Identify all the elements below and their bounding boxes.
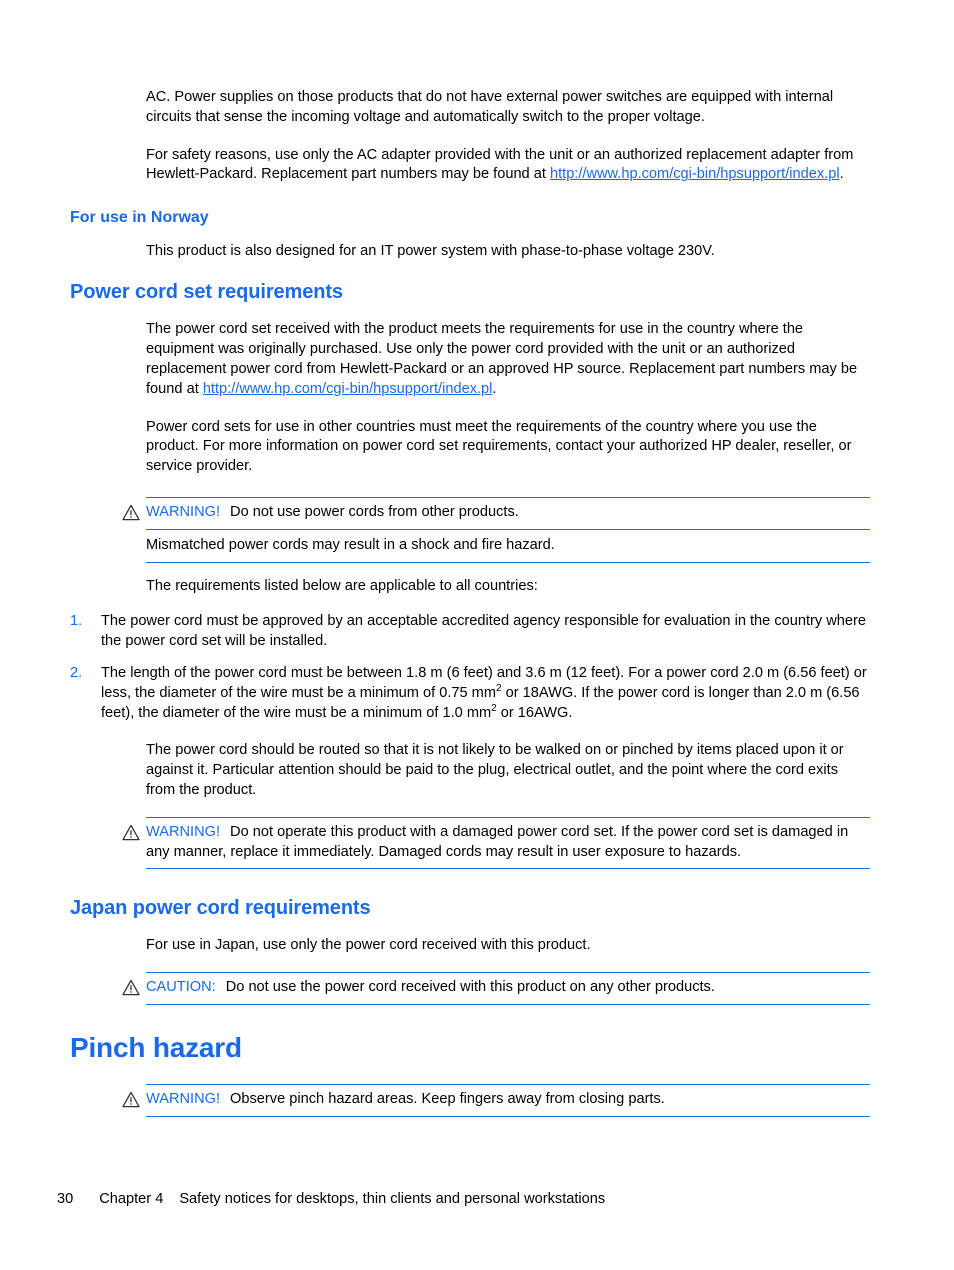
warning-text: Do not operate this product with a damag… — [146, 823, 849, 860]
intro-paragraph-2: For safety reasons, use only the AC adap… — [146, 146, 870, 186]
hp-support-link-2[interactable]: http://www.hp.com/cgi-bin/hpsupport/inde… — [203, 381, 493, 397]
caution-line: CAUTION: Do not use the power cord receiv… — [146, 978, 870, 998]
intro-paragraph-1: AC. Power supplies on those products tha… — [146, 89, 834, 125]
list-item: 1. The power cord must be approved by an… — [70, 612, 870, 652]
list-item-number: 2. — [70, 664, 83, 681]
warning-line: WARNING! Observe pinch hazard areas. Keep… — [146, 1090, 870, 1110]
document-page: AC. Power supplies on those products tha… — [0, 0, 954, 1270]
routing-paragraph-wrap: The power cord should be routed so that … — [146, 741, 870, 800]
requirements-intro: The requirements listed below are applic… — [146, 577, 538, 594]
warning-triangle-icon — [122, 824, 140, 841]
caution-block-japan: CAUTION: Do not use the power cord receiv… — [122, 972, 870, 1005]
caution-text: Do not use the power cord received with … — [225, 979, 715, 996]
heading-power-cord-set-requirements: Power cord set requirements — [70, 281, 343, 304]
footer-chapter: Chapter 4 — [99, 1191, 164, 1207]
intro-section: AC. Power supplies on those products tha… — [146, 88, 870, 185]
caution-triangle-icon — [122, 979, 140, 996]
footer-page-number: 30 — [57, 1191, 74, 1207]
japan-section: For use in Japan, use only the power cor… — [146, 936, 870, 956]
heading-pinch-hazard: Pinch hazard — [70, 1031, 242, 1063]
norway-section: This product is also designed for an IT … — [146, 242, 870, 262]
warning-label: WARNING! — [146, 503, 221, 520]
list-item-number: 1. — [70, 613, 83, 630]
list-item-text: The power cord must be approved by an ac… — [101, 613, 867, 650]
page-footer: 30 Chapter 4 Safety notices for desktops, … — [57, 1190, 605, 1209]
power-cord-paragraph-2: Power cord sets for use in other countri… — [146, 418, 852, 475]
requirements-list: 1. The power cord must be approved by an… — [70, 612, 870, 723]
caution-label: CAUTION: — [146, 979, 216, 996]
warning-text: Do not use power cords from other produc… — [230, 503, 519, 520]
warning-triangle-icon — [122, 504, 140, 521]
norway-paragraph: This product is also designed for an IT … — [146, 242, 715, 259]
heading-for-use-in-norway: For use in Norway — [70, 209, 209, 227]
list-item-text-part3: or 16AWG. — [496, 704, 573, 721]
intro-paragraph-2-period: . — [839, 166, 844, 183]
warning-line-1: WARNING! Do not use power cords from othe… — [146, 503, 870, 523]
heading-japan-power-cord-requirements: Japan power cord requirements — [70, 897, 371, 920]
warning-label: WARNING! — [146, 1090, 221, 1107]
warning-block-pinch-hazard: WARNING! Observe pinch hazard areas. Keep… — [122, 1083, 870, 1117]
hp-support-link-1[interactable]: http://www.hp.com/cgi-bin/hpsupport/inde… — [550, 166, 840, 182]
page-content: AC. Power supplies on those products tha… — [70, 88, 870, 1117]
power-cord-set-body: The power cord set received with the pro… — [146, 320, 870, 477]
power-cord-paragraph-1: The power cord set received with the pro… — [146, 320, 870, 399]
warning-triangle-icon — [122, 1091, 140, 1108]
warning-label: WARNING! — [146, 823, 221, 840]
warning-inner-divider — [146, 528, 870, 530]
requirements-intro-wrap: The requirements listed below are applic… — [146, 577, 870, 597]
list-item: 2. The length of the power cord must be … — [70, 664, 870, 723]
power-cord-paragraph-1-period: . — [492, 380, 497, 397]
warning-line: WARNING! Do not operate this product with… — [146, 823, 870, 863]
routing-paragraph: The power cord should be routed so that … — [146, 742, 844, 798]
japan-paragraph: For use in Japan, use only the power cor… — [146, 937, 591, 954]
warning-text: Observe pinch hazard areas. Keep fingers… — [230, 1090, 665, 1107]
warning-block-power-cords: WARNING! Do not use power cords from othe… — [122, 496, 870, 563]
footer-chapter-title: Safety notices for desktops, thin client… — [179, 1191, 606, 1207]
warning-block-damaged-cord: WARNING! Do not operate this product with… — [122, 816, 870, 870]
warning-line-2: Mismatched power cords may result in a s… — [146, 536, 555, 553]
